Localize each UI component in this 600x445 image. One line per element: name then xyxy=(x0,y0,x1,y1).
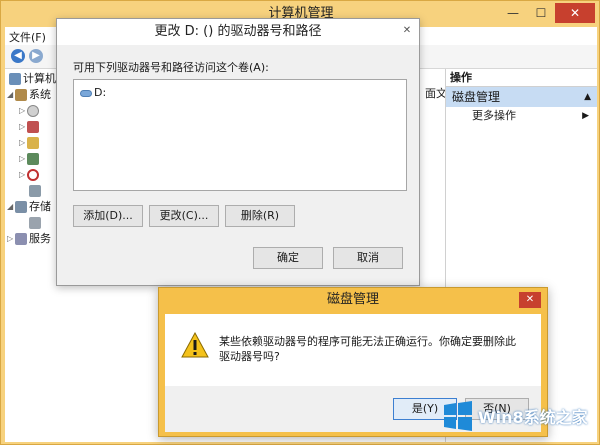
tree-item-performance[interactable]: ▷ xyxy=(19,167,41,183)
clock-icon xyxy=(27,105,39,117)
partial-column-text: 面文 xyxy=(425,87,447,100)
warning-icon xyxy=(181,332,209,358)
tree-item-computer[interactable]: 计算机 xyxy=(9,71,56,87)
expand-icon[interactable]: ▷ xyxy=(19,119,27,135)
collapse-icon[interactable]: ◢ xyxy=(7,199,15,215)
users-icon xyxy=(27,153,39,165)
shared-folder-icon xyxy=(27,137,39,149)
forward-arrow-icon[interactable]: ▶ xyxy=(29,49,43,63)
remove-button[interactable]: 删除(R) xyxy=(225,205,295,227)
minimize-button[interactable]: — xyxy=(499,3,527,23)
tree-item-system-tools[interactable]: ◢ 系统 xyxy=(7,87,51,103)
ok-button[interactable]: 确定 xyxy=(253,247,323,269)
drive-icon xyxy=(80,89,92,97)
tree-item-event-viewer[interactable]: ▷ xyxy=(19,119,41,135)
tree-item-disk-management[interactable] xyxy=(29,215,43,231)
change-drive-letter-dialog: 更改 D: () 的驱动器号和路径 ✕ 可用下列驱动器号和路径访问这个卷(A):… xyxy=(56,18,420,286)
navigation-tree: 计算机 ◢ 系统 ▷ ▷ ▷ ▷ ▷ ◢ 存储 ▷ 服务 xyxy=(5,69,63,442)
add-button[interactable]: 添加(D)... xyxy=(73,205,143,227)
drive-path-list[interactable]: D: xyxy=(73,79,407,191)
submenu-arrow-icon: ▶ xyxy=(582,111,589,121)
computer-icon xyxy=(9,73,21,85)
maximize-button[interactable]: ☐ xyxy=(527,3,555,23)
confirm-close-button[interactable]: ✕ xyxy=(519,292,541,308)
tree-item-storage[interactable]: ◢ 存储 xyxy=(7,199,51,215)
event-viewer-icon xyxy=(27,121,39,133)
paths-label: 可用下列驱动器号和路径访问这个卷(A): xyxy=(73,61,269,74)
tools-icon xyxy=(15,89,27,101)
close-button[interactable]: ✕ xyxy=(555,3,595,23)
services-icon xyxy=(15,233,27,245)
disk-management-icon xyxy=(29,217,41,229)
menu-file[interactable]: 文件(F) xyxy=(9,29,46,45)
watermark-text: Win8系统之家 xyxy=(478,408,588,427)
actions-header: 操作 xyxy=(446,69,597,87)
tree-item-shared-folders[interactable]: ▷ xyxy=(19,135,41,151)
storage-icon xyxy=(15,201,27,213)
expand-icon[interactable]: ▷ xyxy=(19,167,27,183)
watermark: Win8系统之家 xyxy=(438,394,600,442)
tree-item-task-scheduler[interactable]: ▷ xyxy=(19,103,41,119)
actions-disk-management[interactable]: 磁盘管理 ▲ xyxy=(446,87,597,107)
confirm-dialog-title: 磁盘管理 xyxy=(326,292,379,307)
back-arrow-icon[interactable]: ◀ xyxy=(11,49,25,63)
performance-icon xyxy=(27,169,39,181)
expand-icon[interactable]: ▷ xyxy=(7,231,15,247)
change-button[interactable]: 更改(C)... xyxy=(149,205,219,227)
device-manager-icon xyxy=(29,185,41,197)
collapse-triangle-icon[interactable]: ▲ xyxy=(584,87,591,107)
dialog-title: 更改 D: () 的驱动器号和路径 xyxy=(57,19,419,45)
dialog-close-button[interactable]: ✕ xyxy=(399,24,415,38)
tree-item-device-manager[interactable] xyxy=(29,183,43,199)
windows-logo-icon xyxy=(444,401,472,431)
tree-item-local-users[interactable]: ▷ xyxy=(19,151,41,167)
tree-item-services[interactable]: ▷ 服务 xyxy=(7,231,51,247)
expand-icon[interactable]: ▷ xyxy=(19,151,27,167)
collapse-icon[interactable]: ◢ xyxy=(7,87,15,103)
confirm-message: 某些依赖驱动器号的程序可能无法正确运行。你确定要删除此驱动器号吗? xyxy=(219,335,516,363)
actions-more-actions[interactable]: 更多操作 ▶ xyxy=(446,107,597,125)
expand-icon[interactable]: ▷ xyxy=(19,103,27,119)
cancel-button[interactable]: 取消 xyxy=(333,247,403,269)
expand-icon[interactable]: ▷ xyxy=(19,135,27,151)
list-item[interactable]: D: xyxy=(80,86,106,99)
window-controls: — ☐ ✕ xyxy=(499,3,595,23)
confirm-dialog-body: 某些依赖驱动器号的程序可能无法正确运行。你确定要删除此驱动器号吗? xyxy=(165,314,541,386)
